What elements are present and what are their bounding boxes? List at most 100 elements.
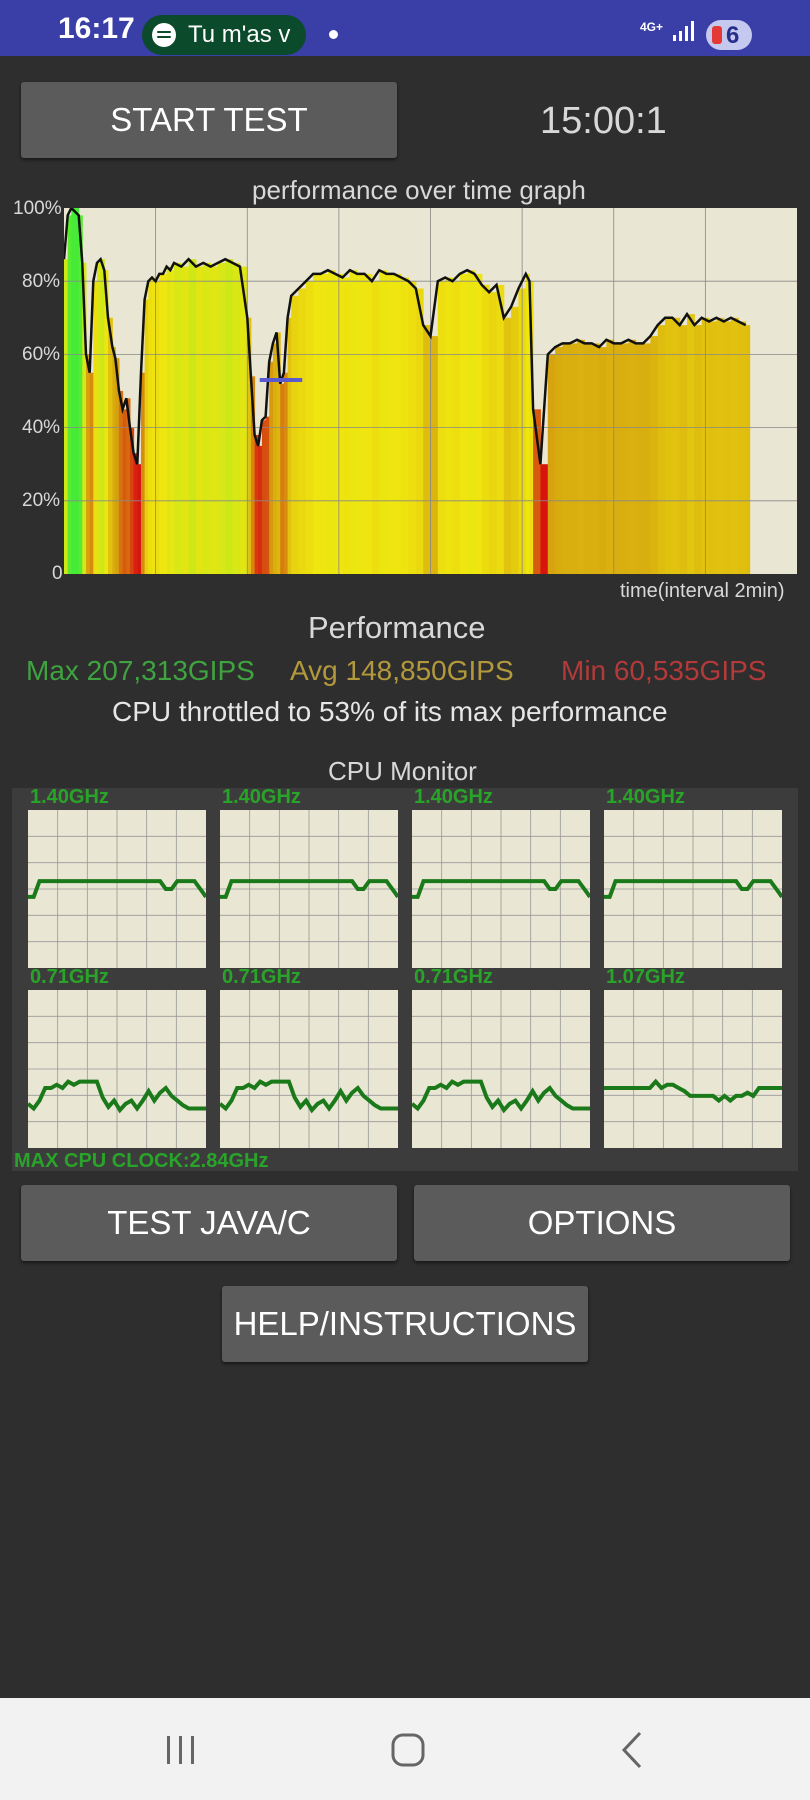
performance-column bbox=[547, 354, 556, 574]
back-icon[interactable] bbox=[618, 1730, 648, 1770]
graph-title: performance over time graph bbox=[252, 175, 586, 205]
performance-column bbox=[327, 270, 336, 574]
max-gips-value: Max 207,313GIPS bbox=[26, 655, 255, 686]
performance-column bbox=[584, 343, 593, 574]
core-graph-svg bbox=[28, 810, 208, 968]
performance-column bbox=[283, 372, 289, 574]
performance-column bbox=[577, 339, 585, 574]
performance-column bbox=[287, 317, 292, 574]
min-gips-value: Min 60,535GIPS bbox=[561, 655, 767, 686]
core-frequency-label: 1.40GHz bbox=[222, 786, 301, 808]
spotify-icon bbox=[152, 23, 176, 47]
performance-column bbox=[635, 343, 644, 574]
performance-column bbox=[379, 270, 388, 574]
core-frequency-label: 1.40GHz bbox=[414, 786, 493, 808]
performance-column bbox=[203, 262, 212, 574]
performance-column bbox=[217, 262, 226, 574]
notification-dot-icon bbox=[329, 30, 338, 39]
performance-column bbox=[133, 453, 138, 574]
performance-column bbox=[357, 273, 366, 574]
performance-column bbox=[261, 420, 267, 574]
y-tick-label: 0 bbox=[52, 563, 63, 584]
status-bar: 16:17 Tu m'as v 4G+ 6 bbox=[0, 0, 810, 56]
performance-column bbox=[170, 270, 175, 574]
performance-column bbox=[137, 464, 142, 574]
performance-column bbox=[225, 259, 234, 574]
performance-column bbox=[107, 317, 113, 574]
performance-column bbox=[679, 325, 688, 574]
performance-column bbox=[423, 325, 431, 574]
performance-column bbox=[195, 266, 204, 574]
core-graph bbox=[604, 810, 784, 968]
performance-column bbox=[628, 339, 637, 574]
performance-column bbox=[665, 317, 673, 574]
performance-column bbox=[496, 284, 505, 574]
y-tick-label: 20% bbox=[22, 490, 61, 511]
performance-graph bbox=[62, 205, 797, 574]
performance-column bbox=[166, 266, 171, 574]
performance-column bbox=[181, 266, 190, 574]
performance-column bbox=[118, 391, 124, 574]
recents-icon[interactable] bbox=[164, 1734, 198, 1766]
performance-column bbox=[591, 343, 600, 574]
performance-column bbox=[112, 347, 116, 574]
performance-column bbox=[100, 259, 105, 574]
performance-column bbox=[643, 343, 651, 574]
options-button[interactable]: OPTIONS bbox=[414, 1185, 790, 1261]
performance-column bbox=[188, 259, 197, 574]
core-frequency-label: 1.40GHz bbox=[606, 786, 685, 808]
performance-column bbox=[555, 347, 563, 574]
status-time: 16:17 bbox=[58, 12, 135, 45]
start-test-button[interactable]: START TEST bbox=[21, 82, 397, 158]
performance-column bbox=[159, 273, 164, 574]
home-icon[interactable] bbox=[390, 1732, 426, 1768]
core-graph-svg bbox=[218, 990, 398, 1148]
performance-column bbox=[540, 464, 549, 574]
core-graph-svg bbox=[604, 990, 782, 1148]
performance-column bbox=[613, 343, 622, 574]
performance-column bbox=[64, 259, 69, 574]
navigation-bar bbox=[0, 1698, 810, 1800]
core-graph bbox=[412, 810, 592, 968]
core-graph-svg bbox=[26, 990, 206, 1148]
core-graph bbox=[604, 990, 782, 1148]
avg-gips-value: Avg 148,850GIPS bbox=[290, 655, 514, 686]
performance-column bbox=[386, 273, 395, 574]
performance-column bbox=[459, 273, 468, 574]
core-graph bbox=[220, 810, 400, 968]
performance-column bbox=[210, 266, 219, 574]
signal-icon bbox=[673, 21, 694, 41]
y-tick-label: 80% bbox=[22, 271, 61, 292]
y-tick-label: 60% bbox=[22, 344, 61, 365]
performance-column bbox=[489, 292, 497, 574]
performance-column bbox=[687, 314, 695, 574]
performance-column bbox=[657, 325, 666, 574]
performance-column bbox=[265, 416, 270, 574]
performance-column bbox=[298, 288, 307, 574]
performance-column bbox=[173, 262, 182, 574]
y-tick-label: 100% bbox=[13, 198, 62, 219]
performance-column bbox=[731, 317, 739, 574]
core-graph-svg bbox=[412, 810, 592, 968]
performance-column bbox=[569, 343, 578, 574]
performance-column bbox=[738, 321, 747, 574]
media-notification-pill[interactable]: Tu m'as v bbox=[142, 15, 306, 55]
performance-column bbox=[272, 343, 278, 574]
y-tick-label: 40% bbox=[22, 417, 61, 438]
performance-column bbox=[393, 273, 402, 574]
test-java-c-button[interactable]: TEST JAVA/C bbox=[21, 1185, 397, 1261]
performance-heading: Performance bbox=[308, 610, 486, 645]
core-graph bbox=[218, 990, 398, 1148]
help-instructions-button[interactable]: HELP/INSTRUCTIONS bbox=[222, 1286, 588, 1362]
core-graph bbox=[28, 810, 208, 968]
performance-column bbox=[650, 336, 659, 574]
performance-column bbox=[694, 325, 703, 574]
performance-column bbox=[320, 273, 329, 574]
performance-column bbox=[89, 372, 94, 574]
performance-column bbox=[672, 317, 681, 574]
performance-column bbox=[122, 409, 127, 574]
core-frequency-label: 1.40GHz bbox=[30, 786, 109, 808]
performance-column bbox=[349, 270, 358, 574]
performance-column bbox=[280, 383, 285, 574]
core-graph bbox=[410, 990, 590, 1148]
